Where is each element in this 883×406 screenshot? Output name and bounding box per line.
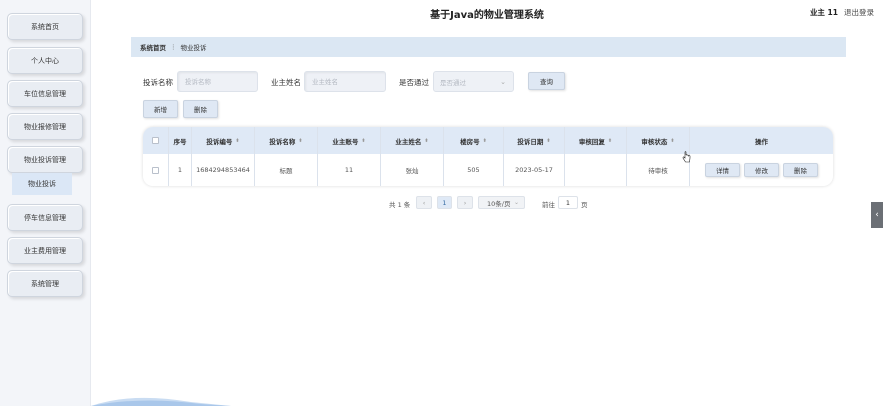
col-status-label: 审核状态 xyxy=(641,137,668,146)
cell-actions: 详情 修改 删除 xyxy=(690,154,833,186)
col-index: 序号 xyxy=(169,127,192,154)
page-size-select[interactable]: 10条/页 ⌄ xyxy=(478,196,525,209)
hand-cursor-icon xyxy=(682,151,691,163)
sidebar-item-parking-spaces[interactable]: 车位信息管理 xyxy=(7,80,83,107)
top-header: 基于Java的物业管理系统 业主 11 退出登录 xyxy=(91,0,883,26)
page-1-button[interactable]: 1 xyxy=(437,196,452,209)
col-reply-label: 审核回复 xyxy=(578,137,605,146)
sidebar-item-repairs[interactable]: 物业报修管理 xyxy=(7,113,83,140)
detail-button[interactable]: 详情 xyxy=(705,163,740,177)
sidebar-item-system[interactable]: 系统管理 xyxy=(7,270,83,297)
col-index-label: 序号 xyxy=(173,137,187,146)
col-complaint-name-label: 投诉名称 xyxy=(269,137,296,146)
col-date[interactable]: 投诉日期 ⬍ xyxy=(504,127,565,154)
edit-button[interactable]: 修改 xyxy=(744,163,779,177)
sort-icon: ⬍ xyxy=(546,137,551,144)
cell-status: 待审核 xyxy=(627,154,690,186)
add-button[interactable]: 新增 xyxy=(143,100,178,118)
cell-reply xyxy=(565,154,627,186)
col-owner-account[interactable]: 业主账号 ⬍ xyxy=(318,127,381,154)
sort-icon: ⬍ xyxy=(298,137,303,144)
breadcrumb-current: 物业投诉 xyxy=(180,44,207,52)
app-title: 基于Java的物业管理系统 xyxy=(430,10,544,21)
sidebar: 系统首页 个人中心 车位信息管理 物业报修管理 物业投诉管理 物业投诉 停车信息… xyxy=(0,0,91,406)
col-complaint-name[interactable]: 投诉名称 ⬍ xyxy=(255,127,318,154)
col-actions: 操作 xyxy=(690,127,833,154)
col-status[interactable]: 审核状态 ⬍ xyxy=(627,127,690,154)
user-info: 业主 11 退出登录 xyxy=(810,7,874,18)
col-date-label: 投诉日期 xyxy=(517,137,544,146)
goto-page-input[interactable] xyxy=(558,196,578,209)
chevron-down-icon: ⌄ xyxy=(500,78,506,86)
row-select-cell xyxy=(143,154,169,186)
owner-name-input[interactable] xyxy=(304,71,386,92)
col-owner-account-label: 业主账号 xyxy=(332,137,359,146)
complaint-name-label: 投诉名称 xyxy=(143,78,173,87)
breadcrumb-separator: ⋮ xyxy=(170,43,177,51)
cell-complaint-no: 1684294853464 xyxy=(192,154,255,186)
page-size-value: 10条/页 xyxy=(487,199,511,208)
col-complaint-no-label: 投诉编号 xyxy=(206,137,233,146)
col-complaint-no[interactable]: 投诉编号 ⬍ xyxy=(192,127,255,154)
query-button[interactable]: 查询 xyxy=(528,72,565,90)
col-room-no[interactable]: 楼房号 ⬍ xyxy=(444,127,504,154)
breadcrumb: 系统首页 ⋮ 物业投诉 xyxy=(131,37,846,57)
complaint-name-input[interactable] xyxy=(177,71,258,92)
approved-label: 是否通过 xyxy=(399,78,429,87)
col-reply[interactable]: 审核回复 ⬍ xyxy=(565,127,627,154)
approved-select-placeholder: 是否通过 xyxy=(440,78,466,87)
sidebar-item-parking-info[interactable]: 停车信息管理 xyxy=(7,204,83,231)
prev-page-button[interactable]: ‹ xyxy=(416,196,432,209)
chevron-left-icon[interactable]: ‹ xyxy=(871,202,883,228)
sort-icon: ⬍ xyxy=(670,137,675,144)
pagination-total: 共 1 条 xyxy=(389,200,411,209)
chevron-down-icon: ⌄ xyxy=(513,199,519,206)
goto-suffix: 页 xyxy=(581,200,588,209)
row-delete-button[interactable]: 删除 xyxy=(783,163,818,177)
cell-owner-name: 张灿 xyxy=(381,154,444,186)
sort-icon: ⬍ xyxy=(607,137,613,144)
table-header: 序号 投诉编号 ⬍ 投诉名称 ⬍ 业主账号 ⬍ 业主姓名 ⬍ 楼房号 ⬍ 投诉日期 ⬍ 审核… xyxy=(143,127,833,154)
select-all-cell xyxy=(143,127,169,154)
row-checkbox[interactable] xyxy=(152,166,159,174)
table-row: 1 1684294853464 标题 11 张灿 505 2023-05-17 … xyxy=(143,154,833,186)
select-all-checkbox[interactable] xyxy=(152,137,159,144)
breadcrumb-home[interactable]: 系统首页 xyxy=(140,42,166,52)
goto-prefix: 前往 xyxy=(542,200,555,209)
complaints-table: 序号 投诉编号 ⬍ 投诉名称 ⬍ 业主账号 ⬍ 业主姓名 ⬍ 楼房号 ⬍ 投诉日期 ⬍ 审核… xyxy=(143,127,833,186)
decorative-wave xyxy=(91,397,231,406)
owner-name-label: 业主姓名 xyxy=(271,78,301,87)
approved-select[interactable]: 是否通过 ⌄ xyxy=(433,71,514,92)
sidebar-item-home[interactable]: 系统首页 xyxy=(7,13,83,40)
sidebar-item-complaints[interactable]: 物业投诉管理 xyxy=(7,146,83,173)
sidebar-subitem-complaints[interactable]: 物业投诉 xyxy=(12,173,72,195)
cell-index: 1 xyxy=(169,154,192,186)
cell-date: 2023-05-17 xyxy=(504,154,565,186)
sidebar-item-owner-fees[interactable]: 业主费用管理 xyxy=(7,237,83,264)
col-owner-name[interactable]: 业主姓名 ⬍ xyxy=(381,127,444,154)
sort-icon: ⬍ xyxy=(424,137,429,144)
cell-owner-account: 11 xyxy=(318,154,381,186)
logout-link[interactable]: 退出登录 xyxy=(844,7,874,18)
sort-icon: ⬍ xyxy=(235,137,240,144)
col-owner-name-label: 业主姓名 xyxy=(395,137,422,146)
col-room-no-label: 楼房号 xyxy=(460,137,480,146)
cell-room-no: 505 xyxy=(444,154,504,186)
current-user: 业主 11 xyxy=(809,8,838,17)
delete-button[interactable]: 删除 xyxy=(183,100,218,118)
sort-icon: ⬍ xyxy=(482,137,487,144)
sidebar-item-profile[interactable]: 个人中心 xyxy=(7,47,83,74)
next-page-button[interactable]: › xyxy=(457,196,473,209)
sort-icon: ⬍ xyxy=(361,137,366,144)
cell-complaint-name: 标题 xyxy=(255,154,318,186)
col-actions-label: 操作 xyxy=(755,137,768,146)
